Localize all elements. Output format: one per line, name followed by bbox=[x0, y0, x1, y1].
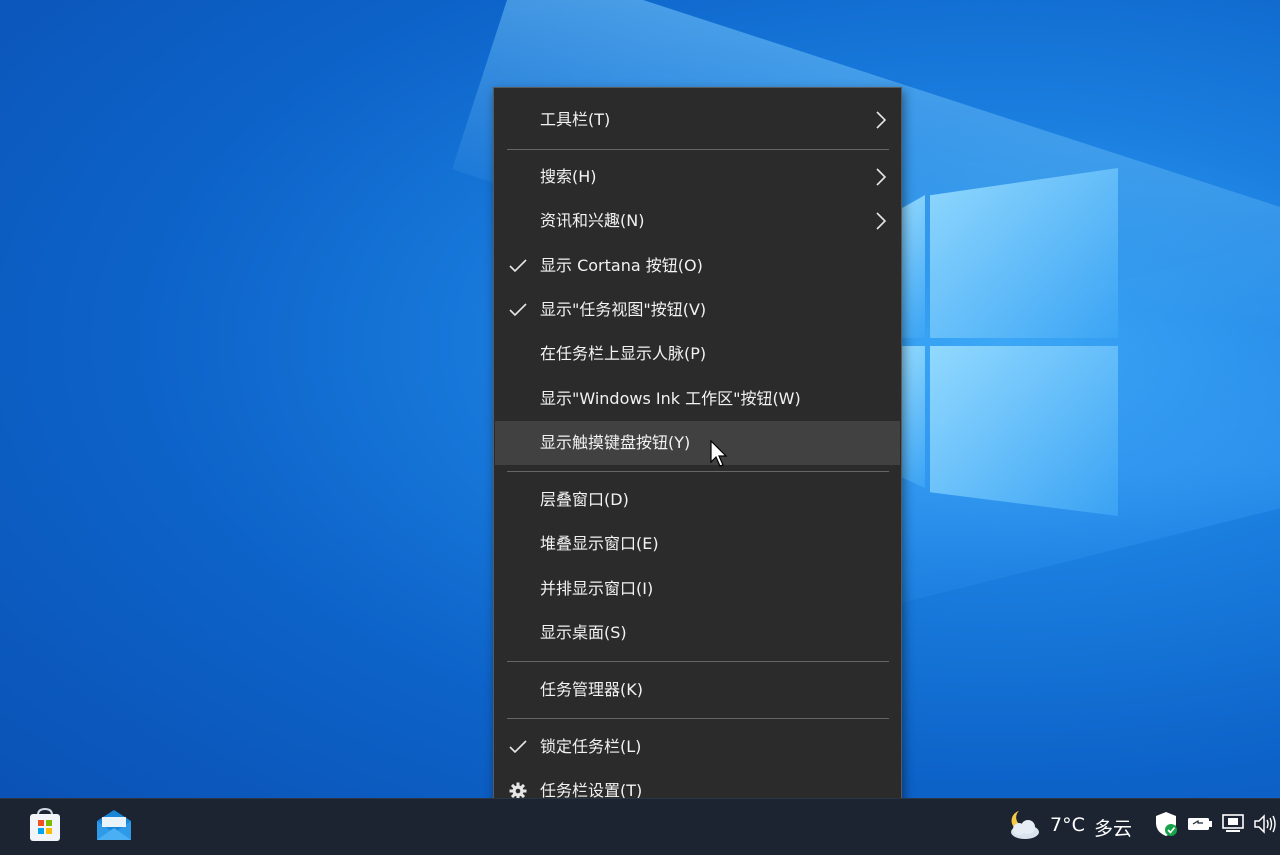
menu-item-news-interests[interactable]: 资讯和兴趣(N) bbox=[495, 199, 900, 243]
volume-icon[interactable] bbox=[1253, 813, 1277, 835]
chevron-right-icon bbox=[876, 168, 887, 186]
menu-item-toolbars[interactable]: 工具栏(T) bbox=[495, 98, 900, 142]
weather-temperature[interactable]: 7°C bbox=[1050, 814, 1085, 836]
menu-item-cascade-windows[interactable]: 层叠窗口(D) bbox=[495, 478, 900, 522]
menu-item-label: 搜索(H) bbox=[540, 167, 597, 186]
checkmark-icon bbox=[509, 259, 527, 273]
menu-item-label: 锁定任务栏(L) bbox=[540, 737, 642, 756]
windows-logo-pane bbox=[900, 346, 925, 488]
menu-item-stack-windows[interactable]: 堆叠显示窗口(E) bbox=[495, 522, 900, 566]
menu-item-show-people[interactable]: 在任务栏上显示人脉(P) bbox=[495, 332, 900, 376]
menu-item-show-task-view[interactable]: 显示"任务视图"按钮(V) bbox=[495, 288, 900, 332]
partly-cloudy-night-icon[interactable] bbox=[1005, 808, 1043, 840]
windows-logo-pane bbox=[900, 195, 925, 338]
mouse-cursor-icon bbox=[710, 440, 728, 467]
menu-item-label: 显示桌面(S) bbox=[540, 623, 627, 642]
chevron-right-icon bbox=[876, 212, 887, 230]
menu-item-label: 在任务栏上显示人脉(P) bbox=[540, 344, 707, 363]
taskbar-context-menu: 工具栏(T) 搜索(H) 资讯和兴趣(N) 显示 Cortana 按钮(O) 显… bbox=[493, 87, 902, 824]
mail-icon[interactable] bbox=[96, 809, 132, 841]
menu-item-show-desktop[interactable]: 显示桌面(S) bbox=[495, 611, 900, 655]
network-icon[interactable] bbox=[1221, 813, 1247, 835]
checkmark-icon bbox=[509, 303, 527, 317]
menu-item-side-by-side[interactable]: 并排显示窗口(I) bbox=[495, 567, 900, 611]
windows-logo-pane bbox=[930, 346, 1118, 516]
menu-item-show-cortana[interactable]: 显示 Cortana 按钮(O) bbox=[495, 244, 900, 288]
menu-item-label: 显示"任务视图"按钮(V) bbox=[540, 300, 707, 319]
menu-item-show-windows-ink[interactable]: 显示"Windows Ink 工作区"按钮(W) bbox=[495, 377, 900, 421]
windows-security-icon[interactable] bbox=[1154, 811, 1178, 837]
menu-item-label: 显示"Windows Ink 工作区"按钮(W) bbox=[540, 389, 801, 408]
menu-separator bbox=[507, 149, 889, 150]
windows-logo-pane bbox=[930, 168, 1118, 338]
menu-item-label: 工具栏(T) bbox=[540, 110, 611, 129]
menu-item-label: 层叠窗口(D) bbox=[540, 490, 629, 509]
battery-icon[interactable] bbox=[1187, 815, 1213, 833]
menu-separator bbox=[507, 718, 889, 719]
menu-separator bbox=[507, 471, 889, 472]
menu-item-task-manager[interactable]: 任务管理器(K) bbox=[495, 668, 900, 712]
menu-item-show-touch-keyboard[interactable]: 显示触摸键盘按钮(Y) bbox=[495, 421, 900, 465]
menu-separator bbox=[507, 661, 889, 662]
weather-condition[interactable]: 多云 bbox=[1094, 814, 1132, 841]
menu-item-search[interactable]: 搜索(H) bbox=[495, 155, 900, 199]
checkmark-icon bbox=[509, 740, 527, 754]
menu-item-label: 并排显示窗口(I) bbox=[540, 579, 654, 598]
menu-item-label: 显示 Cortana 按钮(O) bbox=[540, 256, 703, 275]
taskbar bbox=[0, 798, 1280, 855]
menu-item-lock-taskbar[interactable]: 锁定任务栏(L) bbox=[495, 725, 900, 769]
menu-item-label: 资讯和兴趣(N) bbox=[540, 211, 645, 230]
chevron-right-icon bbox=[876, 111, 887, 129]
menu-item-label: 任务管理器(K) bbox=[540, 680, 643, 699]
microsoft-store-icon[interactable] bbox=[28, 806, 62, 842]
menu-item-label: 堆叠显示窗口(E) bbox=[540, 534, 659, 553]
menu-item-label: 显示触摸键盘按钮(Y) bbox=[540, 433, 691, 452]
